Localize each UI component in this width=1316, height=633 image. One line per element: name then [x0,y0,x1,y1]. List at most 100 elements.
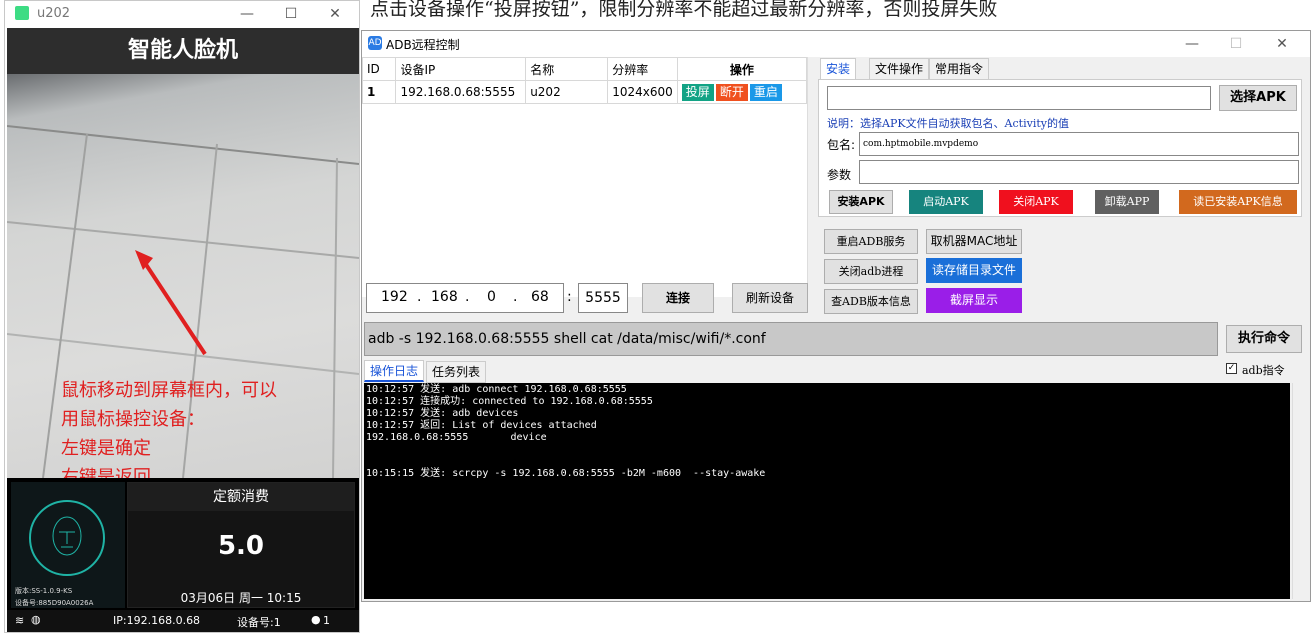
operation-log[interactable]: 10:12:57 发送: adb connect 192.168.0.68:55… [364,383,1290,599]
globe-icon: ◍ [31,613,41,626]
get-mac-button[interactable]: 取机器MAC地址 [926,229,1022,254]
version-label: 版本:SS-1.0.9-KS [15,587,73,595]
maximize-button[interactable]: ☐ [269,3,313,25]
log-scrollbar[interactable] [1292,383,1308,599]
fee-panel: 定额消费 5.0 03月06日 周一 10:15 [127,482,355,608]
status-ip: IP:192.168.0.68 [113,614,201,627]
tab-operation-log[interactable]: 操作日志 [364,360,425,382]
refresh-devices-button[interactable]: 刷新设备 [732,283,808,313]
col-name: 名称 [525,57,609,81]
status-device: 设备号:1 [237,616,281,629]
maximize-button[interactable]: ☐ [1214,33,1258,55]
read-storage-button[interactable]: 读存储目录文件 [926,258,1022,283]
col-actions: 操作 [676,57,808,81]
minimize-button[interactable]: — [225,3,269,25]
adb-command-checkbox[interactable]: ✓ [1226,363,1237,374]
screenshot-button[interactable]: 截屏显示 [926,288,1022,313]
scrcpy-title: u202 [37,6,71,21]
app-title: 智能人脸机 [7,28,359,74]
mirror-button[interactable]: 投屏 [681,83,714,101]
col-ip: 设备IP [395,57,527,81]
kill-adb-button[interactable]: 关闭adb进程 [824,259,918,284]
cell-actions: 投屏 断开 重启 [676,80,808,104]
close-apk-button[interactable]: 关闭APK [999,190,1073,214]
ip-address-input[interactable]: 192 . 168 . 0 . 68 [366,283,564,313]
adb-command-label: adb指令 [1242,364,1285,377]
close-button[interactable]: ✕ [313,3,357,25]
app-icon: AD [368,36,382,50]
top-caption: 点击设备操作“投屏按钮”，限制分辨率不能超过最新分辨率，否则投屏失败 [370,0,998,20]
annotation-line: 右键是返回 [61,467,151,478]
table-row[interactable]: 1 192.168.0.68:5555 u202 1024x600 投屏 断开 重启 [361,80,808,104]
port-input[interactable]: 5555 [578,283,628,313]
ip-octet-1[interactable]: 192 [381,289,408,305]
face-scan-icon [29,500,105,576]
restart-adb-button[interactable]: 重启ADB服务 [824,229,918,254]
cell-resolution: 1024x600 [607,80,678,104]
col-resolution: 分辨率 [607,57,678,81]
android-icon [15,6,29,20]
log-line: 10:12:57 发送: adb devices [366,408,519,419]
datetime-label: 03月06日 周一 10:15 [180,591,302,605]
ip-octet-3[interactable]: 0 [487,289,496,305]
cell-name: u202 [525,80,609,104]
reboot-button[interactable]: 重启 [749,83,782,101]
annotation-line: 鼠标移动到屏幕框内，可以 [61,380,277,401]
disconnect-button[interactable]: 断开 [715,83,748,101]
adb-window-title: ADB远程控制 [386,38,460,52]
cell-ip: 192.168.0.68:5555 [395,80,527,104]
ip-octet-2[interactable]: 168 [431,289,458,305]
command-input[interactable]: adb -s 192.168.0.68:5555 shell cat /data… [364,322,1218,356]
wifi-icon: ≋ [15,614,25,627]
tab-common-commands[interactable]: 常用指令 [929,58,990,80]
apk-path-input[interactable] [827,86,1211,110]
package-input[interactable]: com.hptmobile.mvpdemo [859,132,1299,156]
device-number-label: 设备号:885D90A0026A [15,599,94,607]
scrcpy-titlebar[interactable]: u202 — ☐ ✕ [5,1,359,27]
adb-window[interactable]: AD ADB远程控制 — ☐ ✕ ID 设备IP 名称 分辨率 操作 1 192… [361,30,1311,602]
tab-file-ops[interactable]: 文件操作 [869,58,930,80]
cell-id: 1 [361,80,397,104]
select-apk-button[interactable]: 选择APK [1219,85,1297,111]
device-table[interactable]: ID 设备IP 名称 分辨率 操作 1 192.168.0.68:5555 u2… [361,57,808,297]
annotation-line: 左键是确定 [61,438,151,459]
hint-text: 说明：选择APK文件自动获取包名、Activity的值 [827,117,1069,130]
ip-dot: . [465,289,470,305]
start-apk-button[interactable]: 启动APK [909,190,983,214]
col-id: ID [361,57,397,81]
tab-install[interactable]: 安装 [820,58,857,80]
user-icon: ● [311,613,321,626]
device-screen[interactable]: 智能人脸机 鼠标移动到屏幕框内，可以 用鼠标操控设备： 左键是确定 右键是返回 [7,28,359,632]
log-line: 10:15:15 发送: scrcpy -s 192.168.0.68:5555… [366,468,766,479]
param-input[interactable] [859,160,1299,184]
install-apk-button[interactable]: 安装APK [829,190,893,214]
execute-command-button[interactable]: 执行命令 [1226,325,1302,353]
log-line: 10:12:57 发送: adb connect 192.168.0.68:55… [366,384,627,395]
scrcpy-window[interactable]: u202 — ☐ ✕ 智能人脸机 鼠标移动到屏幕框内，可以 用鼠标操控设备： 左… [4,0,360,633]
adb-titlebar[interactable]: AD ADB远程控制 — ☐ ✕ [362,31,1310,57]
connect-button[interactable]: 连接 [642,283,714,313]
table-header-row: ID 设备IP 名称 分辨率 操作 [361,57,808,81]
status-users: 1 [323,614,330,627]
app-bottom-area: 版本:SS-1.0.9-KS 设备号:885D90A0026A 定额消费 5.0… [7,478,359,632]
ip-octet-4[interactable]: 68 [531,289,549,305]
adb-version-button[interactable]: 查ADB版本信息 [824,289,918,314]
annotation-text: 鼠标移动到屏幕框内，可以 用鼠标操控设备： 左键是确定 右键是返回 [61,376,277,478]
install-panel: 选择APK 说明：选择APK文件自动获取包名、Activity的值 包名: co… [818,79,1302,217]
fee-amount: 5.0 [217,531,265,561]
camera-preview[interactable]: 鼠标移动到屏幕框内，可以 用鼠标操控设备： 左键是确定 右键是返回 [7,74,359,478]
package-label: 包名: [827,138,856,152]
annotation-line: 用鼠标操控设备： [61,409,205,430]
close-button[interactable]: ✕ [1260,33,1304,55]
tab-task-list[interactable]: 任务列表 [426,361,487,383]
read-installed-apk-button[interactable]: 读已安装APK信息 [1179,190,1297,214]
uninstall-app-button[interactable]: 卸载APP [1095,190,1159,214]
log-line: 192.168.0.68:5555 device [366,432,547,443]
face-panel: 版本:SS-1.0.9-KS 设备号:885D90A0026A [11,482,125,608]
fee-title: 定额消费 [128,483,354,511]
minimize-button[interactable]: — [1170,33,1214,55]
status-bar: ≋ ◍ IP:192.168.0.68 设备号:1 ● 1 [7,610,359,632]
ip-dot: . [417,289,422,305]
